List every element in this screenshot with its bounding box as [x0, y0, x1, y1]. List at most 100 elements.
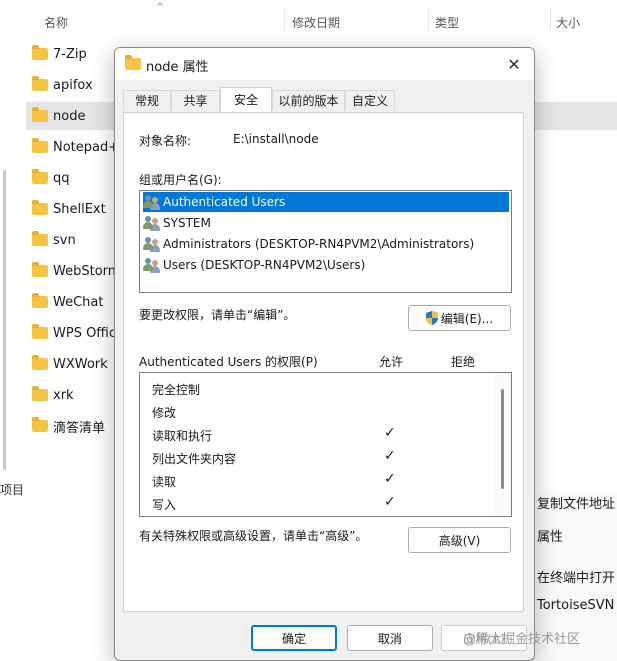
file-item[interactable]: WebStorm — [26, 257, 126, 285]
file-item[interactable]: svn — [26, 226, 126, 254]
permission-row: 读取和执行 ✓ — [140, 423, 495, 445]
uac-shield-icon — [425, 311, 438, 325]
cancel-button[interactable]: 取消 — [347, 625, 433, 651]
column-separator — [428, 8, 429, 30]
user-item-label: Authenticated Users — [163, 195, 286, 209]
advanced-settings-hint: 有关特殊权限或高级设置，请单击“高级”。 — [139, 529, 368, 543]
user-item-users[interactable]: Users (DESKTOP-RN4PVM2\Users) — [143, 255, 509, 275]
context-item-tortoisesvn[interactable]: TortoiseSVN — [537, 598, 614, 613]
group-users-label: 组或用户名(G): — [139, 173, 222, 187]
file-item-label: WebStorm — [53, 263, 121, 279]
allow-check-icon: ✓ — [384, 494, 396, 510]
users-icon — [143, 236, 161, 252]
file-item[interactable]: WeChat — [26, 288, 126, 316]
column-header-size[interactable]: 大小 — [556, 14, 580, 31]
allow-check-icon: ✓ — [384, 425, 396, 441]
file-item-label: node — [53, 108, 86, 124]
permission-row: 列出文件夹内容 ✓ — [140, 446, 495, 468]
context-item-properties[interactable]: 属性 — [537, 526, 563, 545]
folder-icon — [32, 169, 48, 184]
permission-name: 完全控制 — [152, 383, 201, 397]
folder-icon — [32, 231, 48, 246]
object-name-value: E:\install\node — [233, 132, 319, 146]
file-item[interactable]: WXWork — [26, 350, 126, 378]
permissions-label: Authenticated Users 的权限(P) — [139, 355, 318, 369]
user-item-label: Administrators (DESKTOP-RN4PVM2\Administ… — [163, 237, 475, 251]
file-item[interactable]: Notepad+ — [26, 133, 126, 161]
folder-icon — [32, 200, 48, 215]
file-item-label: Notepad+ — [53, 139, 120, 155]
permission-name: 列出文件夹内容 — [152, 452, 237, 466]
folder-icon — [32, 324, 48, 339]
file-item[interactable]: apifox — [26, 71, 126, 99]
permission-name: 读取 — [152, 475, 177, 489]
folder-icon — [125, 55, 141, 70]
permission-row: 完全控制 — [140, 377, 495, 399]
context-item-copy-path[interactable]: 复制文件地址 — [537, 493, 615, 512]
context-item-open-terminal[interactable]: 在终端中打开 — [537, 567, 615, 586]
tab-customize[interactable]: 自定义 — [345, 90, 395, 111]
user-item-label: SYSTEM — [163, 216, 211, 230]
folder-icon — [32, 107, 48, 122]
file-item[interactable]: WPS Office — [26, 319, 126, 347]
file-item-label: 滴答清单 — [53, 420, 106, 436]
file-item-label: svn — [53, 232, 76, 248]
allow-check-icon: ✓ — [384, 471, 396, 487]
folder-icon — [32, 355, 48, 370]
scrollbar[interactable] — [3, 170, 6, 470]
permission-name: 读取和执行 — [152, 429, 213, 443]
file-item[interactable]: xrk — [26, 381, 126, 409]
watermark: @稀土掘金技术社区 — [463, 632, 581, 647]
permission-name: 修改 — [152, 406, 177, 420]
close-icon: ✕ — [507, 54, 521, 74]
file-item-label: xrk — [53, 387, 74, 403]
user-item-system[interactable]: SYSTEM — [143, 213, 509, 233]
tab-general[interactable]: 常规 — [123, 90, 171, 111]
folder-icon — [32, 417, 48, 432]
advanced-button[interactable]: 高级(V) — [408, 527, 511, 553]
permissions-list[interactable]: 完全控制修改读取和执行 ✓ 列出文件夹内容 ✓ 读取 ✓ 写入 ✓ — [139, 372, 512, 517]
dialog-titlebar[interactable]: node 属性 ✕ — [115, 48, 534, 80]
tab-security[interactable]: 安全 — [220, 87, 272, 112]
allow-column-header: 允许 — [379, 355, 404, 369]
file-item-label: 7-Zip — [53, 46, 87, 62]
column-separator — [284, 8, 285, 30]
file-item[interactable]: ShellExt — [26, 195, 126, 223]
folder-icon — [32, 293, 48, 308]
column-header-name[interactable]: 名称 — [44, 14, 68, 31]
edit-button[interactable]: 编辑(E)... — [408, 305, 511, 331]
folder-icon — [32, 262, 48, 277]
file-item[interactable]: 7-Zip — [26, 40, 126, 68]
permission-row: 修改 — [140, 400, 495, 422]
user-item-authenticated-users[interactable]: Authenticated Users — [143, 192, 509, 212]
permission-row: 读取 ✓ — [140, 469, 495, 491]
sort-ascending-icon: ^ — [156, 2, 165, 13]
permission-name: 写入 — [152, 498, 177, 512]
column-header-type[interactable]: 类型 — [435, 14, 459, 31]
scrollbar-thumb[interactable] — [501, 389, 504, 489]
status-bar-text: 项目 — [0, 483, 25, 497]
file-item[interactable]: 滴答清单 — [26, 412, 126, 440]
folder-icon — [32, 45, 48, 60]
folder-icon — [32, 386, 48, 401]
file-item-label: WXWork — [53, 356, 108, 372]
user-item-label: Users (DESKTOP-RN4PVM2\Users) — [163, 258, 366, 272]
users-icon — [143, 194, 161, 210]
tab-previous-versions[interactable]: 以前的版本 — [272, 90, 345, 111]
allow-check-icon: ✓ — [384, 448, 396, 464]
dialog-title: node 属性 — [146, 60, 209, 75]
folder-icon — [32, 138, 48, 153]
change-permissions-hint: 要更改权限，请单击“编辑”。 — [139, 308, 296, 322]
user-item-administrators[interactable]: Administrators (DESKTOP-RN4PVM2\Administ… — [143, 234, 509, 254]
file-item[interactable]: qq — [26, 164, 126, 192]
properties-dialog: node 属性 ✕ 常规 共享 安全 以前的版本 自定义 对象名称: E:\in… — [114, 47, 535, 661]
file-item-label: ShellExt — [53, 201, 106, 217]
edit-button-label: 编辑(E)... — [440, 311, 494, 326]
permission-row: 写入 ✓ — [140, 492, 495, 514]
column-header-modified[interactable]: 修改日期 — [292, 14, 340, 31]
close-button[interactable]: ✕ — [494, 48, 534, 80]
permissions-scrollbar[interactable] — [494, 373, 511, 516]
ok-button[interactable]: 确定 — [251, 625, 337, 651]
users-listbox[interactable]: Authenticated Users SYSTEM Administrator… — [139, 190, 512, 293]
tab-sharing[interactable]: 共享 — [171, 90, 220, 111]
